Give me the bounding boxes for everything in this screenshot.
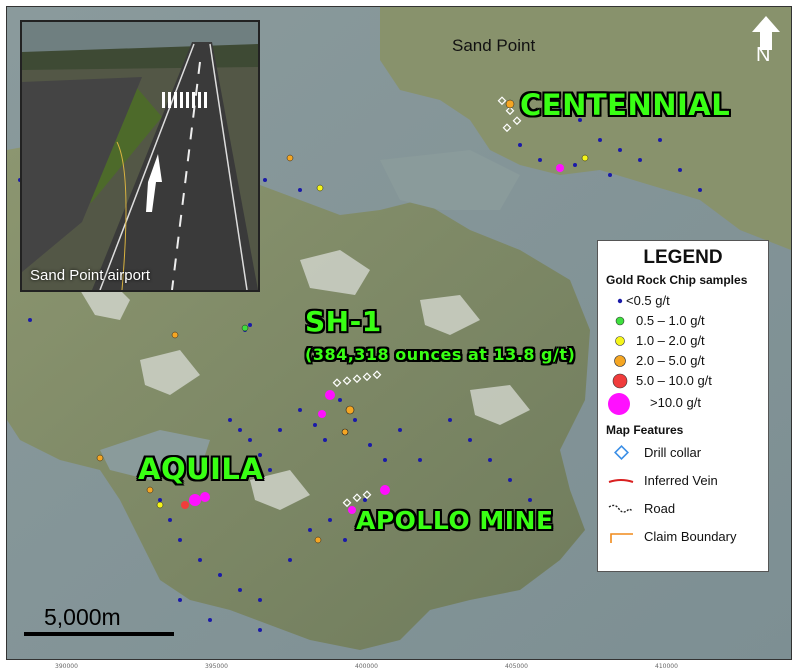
callout-sh1-resource: (384,318 ounces at 13.8 g/t) bbox=[305, 345, 576, 364]
scale-bar bbox=[24, 632, 174, 636]
dot-icon bbox=[615, 316, 625, 326]
legend-item-label: 2.0 – 5.0 g/t bbox=[636, 353, 705, 368]
legend-item-label: 1.0 – 2.0 g/t bbox=[636, 333, 705, 348]
map-legend: LEGEND Gold Rock Chip samples <0.5 g/t 0… bbox=[597, 240, 769, 572]
inset-caption: Sand Point airport bbox=[30, 267, 151, 284]
legend-item-label: 5.0 – 10.0 g/t bbox=[636, 373, 712, 388]
callout-sh1: SH-1 bbox=[305, 305, 382, 338]
legend-item-feature: Drill collar bbox=[598, 443, 768, 471]
legend-item-sample: <0.5 g/t bbox=[598, 291, 768, 311]
north-label: N bbox=[756, 44, 771, 66]
legend-item-sample: >10.0 g/t bbox=[598, 391, 768, 417]
legend-item-label: 0.5 – 1.0 g/t bbox=[636, 313, 705, 328]
legend-item-label: Inferred Vein bbox=[644, 473, 718, 488]
legend-features-heading: Map Features bbox=[606, 423, 684, 437]
road-line-icon bbox=[608, 504, 634, 513]
runway-illustration bbox=[22, 22, 258, 290]
legend-item-label: Claim Boundary bbox=[644, 529, 737, 544]
tick-x-3: 400000 bbox=[355, 663, 378, 670]
tick-x-2: 395000 bbox=[205, 663, 228, 670]
legend-samples-heading: Gold Rock Chip samples bbox=[606, 273, 748, 287]
callout-aquila: AQUILA bbox=[138, 452, 264, 486]
legend-item-label: Drill collar bbox=[644, 445, 702, 460]
dot-icon bbox=[614, 355, 626, 367]
legend-item-sample: 0.5 – 1.0 g/t bbox=[598, 311, 768, 331]
legend-item-feature: Inferred Vein bbox=[598, 471, 768, 499]
tick-x-4: 405000 bbox=[505, 663, 528, 670]
vein-line-icon bbox=[608, 479, 634, 483]
legend-item-sample: 2.0 – 5.0 g/t bbox=[598, 351, 768, 371]
airport-inset-photo: Sand Point airport bbox=[20, 20, 260, 292]
dot-icon bbox=[615, 336, 625, 346]
tick-x-1: 390000 bbox=[55, 663, 78, 670]
legend-item-label: Road bbox=[644, 501, 676, 516]
legend-title: LEGEND bbox=[643, 247, 723, 268]
town-label: Sand Point bbox=[452, 36, 536, 55]
legend-item-label: >10.0 g/t bbox=[650, 395, 701, 410]
legend-item-label: <0.5 g/t bbox=[626, 293, 670, 308]
dot-icon bbox=[612, 373, 628, 389]
callout-centennial: CENTENNIAL bbox=[520, 88, 731, 122]
legend-item-sample: 5.0 – 10.0 g/t bbox=[598, 371, 768, 391]
legend-item-sample: 1.0 – 2.0 g/t bbox=[598, 331, 768, 351]
boundary-line-icon bbox=[610, 533, 633, 543]
callout-apollo-mine: APOLLO MINE bbox=[356, 506, 554, 535]
legend-item-feature: Road bbox=[598, 499, 768, 527]
dot-icon bbox=[608, 393, 630, 415]
legend-item-feature: Claim Boundary bbox=[598, 527, 768, 555]
tick-x-5: 410000 bbox=[655, 663, 678, 670]
diamond-icon bbox=[614, 445, 629, 460]
